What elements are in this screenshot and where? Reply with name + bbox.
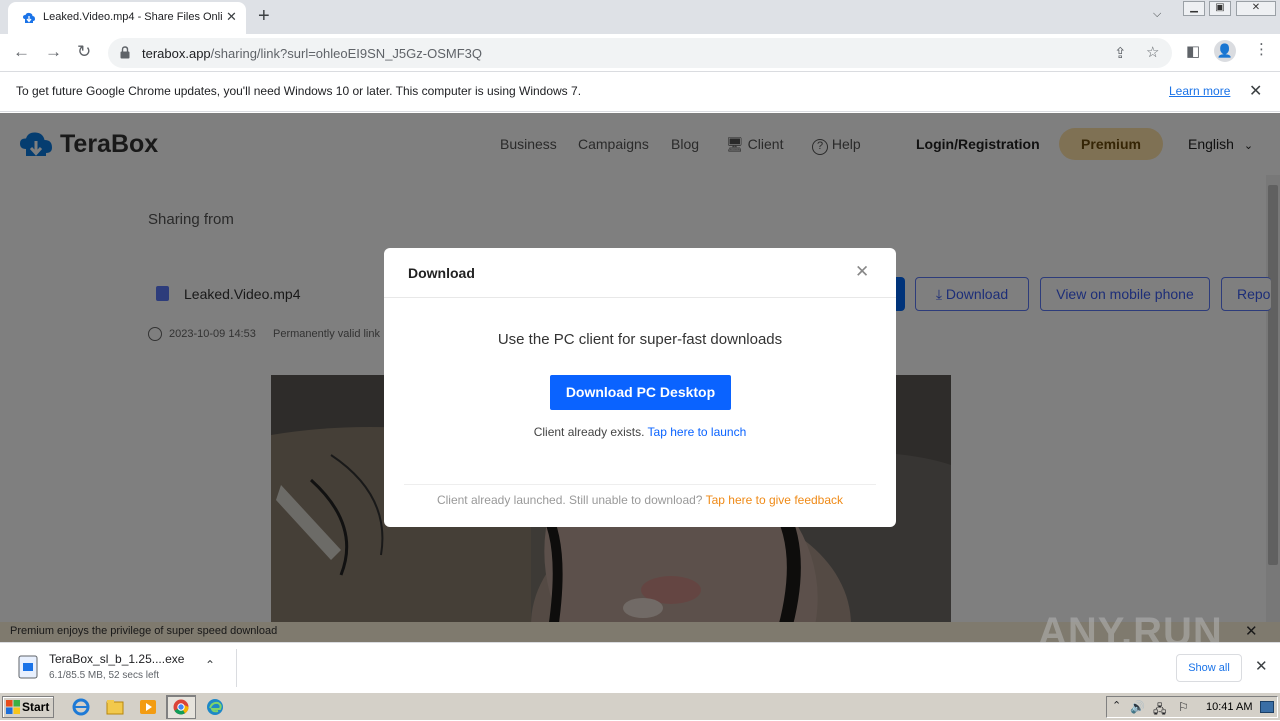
download-file-name[interactable]: TeraBox_sl_b_1.25....exe xyxy=(49,652,184,666)
address-bar[interactable]: terabox.app/sharing/link?surl=ohleoEI9SN… xyxy=(108,38,1172,68)
minimize-button[interactable]: ▁ xyxy=(1183,1,1205,16)
download-modal: Download ✕ Use the PC client for super-f… xyxy=(384,248,896,527)
side-panel-icon[interactable]: ◧ xyxy=(1186,43,1200,61)
share-icon[interactable]: ⇪ xyxy=(1114,45,1127,63)
windows-taskbar: Start ⌃ 🔊 🖧 ⚐ 10:41 AM xyxy=(0,692,1280,720)
profile-avatar-icon[interactable]: 👤 xyxy=(1214,40,1236,62)
download-pc-desktop-button[interactable]: Download PC Desktop xyxy=(550,375,731,410)
download-status: 6.1/85.5 MB, 52 secs left xyxy=(49,670,160,681)
chrome-taskbar-button[interactable] xyxy=(166,695,196,719)
url-text[interactable]: terabox.app/sharing/link?surl=ohleoEI9SN… xyxy=(142,46,482,61)
internet-explorer-icon[interactable] xyxy=(70,697,92,717)
action-center-flag-icon[interactable]: ⚐ xyxy=(1178,700,1189,714)
show-desktop-icon[interactable] xyxy=(1260,701,1274,713)
reload-icon[interactable]: ↻ xyxy=(77,43,91,61)
tab-search-chevron-icon[interactable]: ⌵ xyxy=(1153,8,1161,21)
modal-footer: Client already launched. Still unable to… xyxy=(384,493,896,507)
url-host: terabox.app xyxy=(142,46,211,61)
terabox-favicon-icon xyxy=(23,12,35,23)
back-arrow-icon[interactable]: ← xyxy=(13,43,30,61)
forward-arrow-icon[interactable]: → xyxy=(45,43,62,61)
restore-button[interactable]: ▣ xyxy=(1209,1,1231,16)
browser-tab[interactable]: Leaked.Video.mp4 - Share Files Online ✕ xyxy=(8,2,246,34)
media-player-icon[interactable] xyxy=(137,697,159,717)
give-feedback-link[interactable]: Tap here to give feedback xyxy=(706,493,843,507)
browser-toolbar: ← → ↻ terabox.app/sharing/link?surl=ohle… xyxy=(0,34,1280,72)
learn-more-link[interactable]: Learn more xyxy=(1169,84,1230,98)
infobar-message: To get future Google Chrome updates, you… xyxy=(16,84,582,98)
file-explorer-icon[interactable] xyxy=(104,697,126,717)
installer-file-icon xyxy=(18,655,38,679)
client-exists-text: Client already exists. xyxy=(533,425,645,439)
url-path: /sharing/link?surl=ohleoEI9SN_J5Gz-OSMF3… xyxy=(210,46,482,61)
system-tray: ⌃ 🔊 🖧 ⚐ 10:41 AM xyxy=(1106,696,1278,718)
window-close-button[interactable]: ✕ xyxy=(1236,1,1276,16)
windows-flag-icon xyxy=(6,700,20,714)
network-icon[interactable]: 🖧 xyxy=(1153,700,1166,721)
client-exists-line: Client already exists. Tap here to launc… xyxy=(384,425,896,439)
tab-title: Leaked.Video.mp4 - Share Files Online xyxy=(43,11,223,23)
volume-icon[interactable]: 🔊 xyxy=(1130,700,1145,714)
web-page: TeraBox Business Campaigns Blog 🖥 Client… xyxy=(0,113,1280,642)
modal-footer-divider xyxy=(404,484,876,485)
modal-lead-text: Use the PC client for super-fast downloa… xyxy=(497,331,783,348)
taskbar-clock[interactable]: 10:41 AM xyxy=(1206,701,1252,713)
edge-icon[interactable] xyxy=(204,697,226,717)
infobar-close-icon[interactable]: ✕ xyxy=(1249,81,1262,101)
start-label: Start xyxy=(22,700,50,714)
chevron-up-icon[interactable]: ⌃ xyxy=(205,658,215,672)
shelf-separator xyxy=(236,649,237,687)
update-infobar: To get future Google Chrome updates, you… xyxy=(0,72,1280,112)
bookmark-star-icon[interactable]: ☆ xyxy=(1146,44,1159,62)
footer-text: Client already launched. Still unable to… xyxy=(436,493,703,507)
chrome-icon xyxy=(173,699,189,715)
modal-divider xyxy=(384,297,896,298)
shelf-close-icon[interactable]: ✕ xyxy=(1255,657,1268,675)
modal-title: Download xyxy=(408,265,475,281)
show-all-button[interactable]: Show all xyxy=(1176,654,1242,682)
start-button[interactable]: Start xyxy=(2,696,54,718)
tab-close-icon[interactable]: ✕ xyxy=(226,9,237,25)
download-shelf: TeraBox_sl_b_1.25....exe 6.1/85.5 MB, 52… xyxy=(0,642,1280,692)
modal-close-icon[interactable]: ✕ xyxy=(855,262,869,282)
lock-icon[interactable] xyxy=(120,46,130,59)
menu-kebab-icon[interactable]: ⋮ xyxy=(1254,41,1269,59)
tray-expand-icon[interactable]: ⌃ xyxy=(1112,699,1121,712)
tab-strip: Leaked.Video.mp4 - Share Files Online ✕ … xyxy=(0,0,1280,34)
new-tab-button[interactable]: + xyxy=(258,5,270,27)
tap-to-launch-link[interactable]: Tap here to launch xyxy=(648,425,747,439)
